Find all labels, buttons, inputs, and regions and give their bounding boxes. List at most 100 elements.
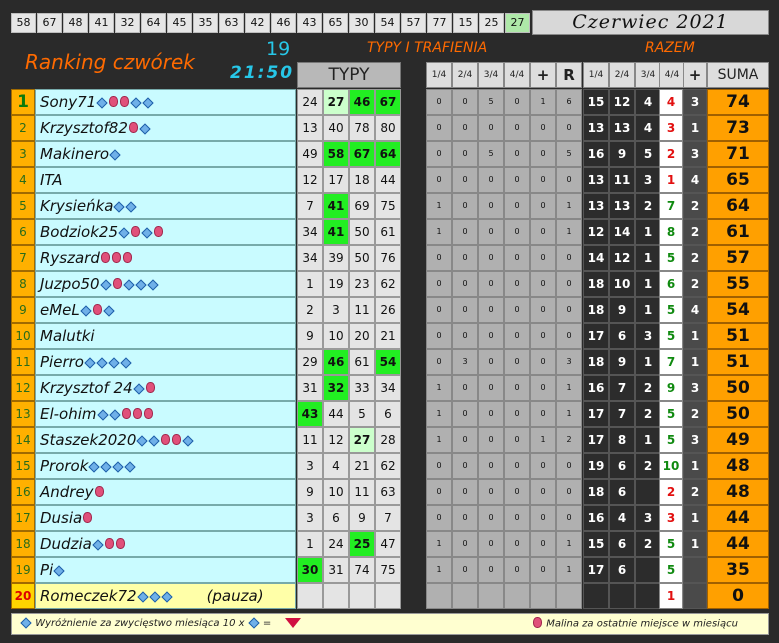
suma-cell: 71 xyxy=(707,141,769,167)
drawn-number: 57 xyxy=(401,13,426,33)
score-cell: 0 xyxy=(478,453,504,479)
table-row: 14 Staszek2020 11 12 27 28 1 0 0 0 1 2 17 8 1 5 3 49 xyxy=(11,427,769,453)
score-cell: 0 xyxy=(478,401,504,427)
score-cell: 1 xyxy=(556,219,582,245)
drawn-number: 32 xyxy=(115,13,140,33)
rank-cell: 1 xyxy=(11,89,35,115)
table-row: 4 ITA 12 17 18 44 0 0 0 0 0 0 13 11 3 1 4 65 xyxy=(11,167,769,193)
player-name: Pierro xyxy=(40,353,84,371)
razem-cell: 2 xyxy=(683,219,707,245)
score-cell: 3 xyxy=(452,349,478,375)
score-cell: 0 xyxy=(556,167,582,193)
razem-cell: 4 xyxy=(635,89,661,115)
razem-cell: 6 xyxy=(609,323,635,349)
score-cell: 1 xyxy=(530,427,556,453)
tip-cell: 11 xyxy=(349,297,375,323)
score-cell: 0 xyxy=(556,323,582,349)
tip-cell: 58 xyxy=(323,141,349,167)
razem-cell xyxy=(683,583,707,609)
rank-cell: 3 xyxy=(11,141,35,167)
score-cell: 0 xyxy=(504,193,530,219)
razem-cell xyxy=(635,557,661,583)
razem-cell: 18 xyxy=(583,479,609,505)
razem-col-header: 4/4 xyxy=(659,62,685,88)
rank-cell: 10 xyxy=(11,323,35,349)
razem-col-header: 1/4 xyxy=(583,62,609,88)
score-cell: 0 xyxy=(478,297,504,323)
raspberry-icon xyxy=(132,408,142,419)
tip-cell: 28 xyxy=(375,427,401,453)
score-cell: 0 xyxy=(426,141,452,167)
razem-cell: 18 xyxy=(583,271,609,297)
raspberry-icon xyxy=(112,278,122,289)
tip-cell: 46 xyxy=(323,349,349,375)
player-name-cell: Krysieńka xyxy=(35,193,296,219)
razem-cell: 6 xyxy=(609,479,635,505)
razem-col-header: 3/4 xyxy=(635,62,661,88)
score-cell: 0 xyxy=(426,245,452,271)
score-cell: 0 xyxy=(504,219,530,245)
score-cell: 0 xyxy=(504,167,530,193)
razem-cell: 6 xyxy=(609,531,635,557)
score-cell: 0 xyxy=(452,89,478,115)
tip-cell: 50 xyxy=(349,245,375,271)
player-name: ITA xyxy=(40,171,63,189)
player-name: Ryszard xyxy=(40,249,100,267)
razem-cell: 16 xyxy=(583,505,609,531)
player-name-cell: Romeczek72 (pauza) xyxy=(35,583,296,609)
rank-cell: 9 xyxy=(11,297,35,323)
table-row: 15 Prorok 3 4 21 62 0 0 0 0 0 0 19 6 2 10 1 48 xyxy=(11,453,769,479)
score-cell: 0 xyxy=(504,531,530,557)
score-cell: 5 xyxy=(478,141,504,167)
diamond-icon xyxy=(134,278,147,291)
score-cell: 0 xyxy=(452,479,478,505)
razem-cell: 9 xyxy=(609,297,635,323)
razem-cell: 1 xyxy=(635,297,661,323)
table-row: 5 Krysieńka 7 41 69 75 1 0 0 0 0 1 13 13 2 7 2 64 xyxy=(11,193,769,219)
score-cell: 0 xyxy=(530,193,556,219)
razem-cell: 1 xyxy=(635,245,661,271)
tip-cell: 6 xyxy=(375,401,401,427)
score-cell: 0 xyxy=(426,271,452,297)
player-name-cell: Dudzia xyxy=(35,531,296,557)
diamond-icon xyxy=(132,382,145,395)
tip-cell: 39 xyxy=(323,245,349,271)
tip-cell: 46 xyxy=(349,89,375,115)
player-name: Staszek2020 xyxy=(40,431,137,449)
raspberry-icon xyxy=(115,538,125,549)
score-col-header: 2/4 xyxy=(452,62,478,88)
razem-cell: 3 xyxy=(659,115,683,141)
razem-cell: 1 xyxy=(683,115,707,141)
table-row: 13 El-ohim 43 44 5 6 1 0 0 0 0 1 17 7 2 5 2 50 xyxy=(11,401,769,427)
suma-cell: 0 xyxy=(707,583,769,609)
tip-cell: 12 xyxy=(297,167,323,193)
suma-cell: 51 xyxy=(707,349,769,375)
razem-cell: 2 xyxy=(635,193,661,219)
section-razem: RAZEM xyxy=(645,40,695,56)
razem-cell: 11 xyxy=(609,167,635,193)
tip-cell: 27 xyxy=(349,427,375,453)
footer-right: Malina za ostatnie miejsce w miesiącu xyxy=(532,617,738,630)
score-cell: 1 xyxy=(556,375,582,401)
tip-cell: 24 xyxy=(323,531,349,557)
table-row: 9 eMeL 2 3 11 26 0 0 0 0 0 0 18 9 1 5 4 54 xyxy=(11,297,769,323)
razem-cell: 12 xyxy=(609,245,635,271)
score-cell: 0 xyxy=(452,323,478,349)
diamond-icon xyxy=(182,434,195,447)
raspberry-icon xyxy=(120,96,130,107)
tip-cell: 7 xyxy=(297,193,323,219)
score-cell: 0 xyxy=(452,557,478,583)
score-cell: 1 xyxy=(426,427,452,453)
score-cell: 0 xyxy=(426,323,452,349)
razem-cell: 3 xyxy=(683,89,707,115)
razem-cell: 3 xyxy=(683,375,707,401)
drawn-number: 67 xyxy=(37,13,62,33)
tip-cell: 10 xyxy=(323,323,349,349)
table-row: 1 Sony71 24 27 46 67 0 0 5 0 1 6 15 12 4 4 3 74 xyxy=(11,89,769,115)
razem-cell: 4 xyxy=(683,297,707,323)
razem-cell: 14 xyxy=(583,245,609,271)
suma-cell: 54 xyxy=(707,297,769,323)
score-cell: 1 xyxy=(556,557,582,583)
table-row: 16 Andrey 9 10 11 63 0 0 0 0 0 0 18 6 2 2 48 xyxy=(11,479,769,505)
drawn-number: 77 xyxy=(427,13,452,33)
